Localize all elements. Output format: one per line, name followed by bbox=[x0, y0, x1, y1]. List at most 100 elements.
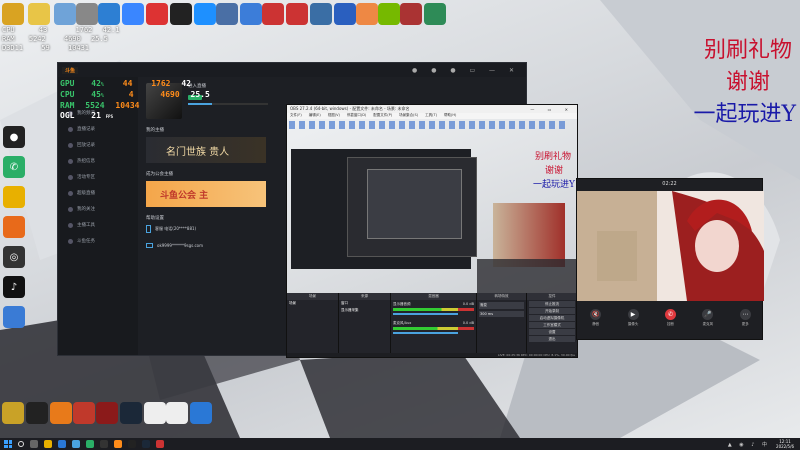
desktop-icon-8[interactable] bbox=[170, 3, 192, 25]
tray-icons[interactable]: ▲ ◉ ♪ 中 bbox=[728, 441, 770, 448]
call-button[interactable]: ⋯ 更多 bbox=[739, 309, 751, 327]
desktop-icon-steam[interactable] bbox=[120, 402, 142, 424]
desktop-icon-b9[interactable] bbox=[190, 402, 212, 424]
desktop-icon-tiktok[interactable]: ♪ bbox=[3, 276, 25, 298]
call-button[interactable]: ▶ 摄像头 bbox=[627, 309, 639, 327]
taskbar-app-6[interactable] bbox=[100, 440, 108, 448]
desktop-icon-7[interactable] bbox=[146, 3, 168, 25]
banner-union[interactable]: 斗鱼公会 主 bbox=[146, 181, 266, 207]
obs-control-button[interactable]: 开始录制 bbox=[529, 308, 575, 314]
taskbar-app-8[interactable] bbox=[128, 440, 136, 448]
sidebar-item-label: 我的关注 bbox=[77, 207, 95, 212]
desktop-icon-qq[interactable]: ● bbox=[3, 126, 25, 148]
sidebar-item[interactable]: 直播记录 bbox=[58, 121, 138, 137]
desktop-icon-b8[interactable] bbox=[166, 402, 188, 424]
clock-date[interactable]: 2022/5/6 bbox=[776, 444, 794, 449]
search-icon[interactable] bbox=[18, 441, 24, 447]
desktop-icon-app7[interactable] bbox=[3, 306, 25, 328]
banner-live[interactable]: 名门世族 贵人 bbox=[146, 137, 266, 163]
hangup-icon: ✆ bbox=[664, 309, 676, 320]
obs-window[interactable]: OBS 27.2.4 (64-bit, windows) - 配置文件: 未命名… bbox=[286, 104, 578, 358]
obs-titlebar[interactable]: OBS 27.2.4 (64-bit, windows) - 配置文件: 未命名… bbox=[287, 105, 577, 113]
desktop-icon-b5[interactable] bbox=[96, 402, 118, 424]
desktop-icon-17[interactable] bbox=[378, 3, 400, 25]
desktop-icon-15[interactable] bbox=[334, 3, 356, 25]
desktop-icon-13[interactable] bbox=[286, 3, 308, 25]
desktop-icon-b1[interactable] bbox=[2, 402, 24, 424]
desktop-icon-app3[interactable] bbox=[3, 186, 25, 208]
desktop-icon-16[interactable] bbox=[356, 3, 378, 25]
app-titlebar[interactable]: 斗鱼 ● ● ● ▭ — ✕ bbox=[58, 63, 526, 77]
desktop-icon-2[interactable] bbox=[28, 3, 50, 25]
desktop-icon-11[interactable] bbox=[240, 3, 262, 25]
obs-control-button[interactable]: 设置 bbox=[529, 329, 575, 335]
transition-duration[interactable]: 300 ms bbox=[479, 311, 524, 317]
desktop-icon-b3[interactable] bbox=[50, 402, 72, 424]
obs-control-button[interactable]: 退出 bbox=[529, 336, 575, 342]
taskbar-app-10[interactable] bbox=[156, 440, 164, 448]
source-item-2[interactable]: 显示器采集 bbox=[339, 307, 390, 314]
scene-item[interactable]: 场景 bbox=[287, 300, 338, 307]
desktop-icon-b7[interactable] bbox=[144, 402, 166, 424]
sidebar-item-icon bbox=[68, 158, 73, 164]
video-call-window[interactable]: 02:22 🔇 静音 ▶ 摄像头 ✆ 挂断 🎤 麦克风 ⋯ 更多 bbox=[576, 178, 764, 340]
desktop-icon-6[interactable] bbox=[122, 3, 144, 25]
obs-control-button[interactable]: 停止推流 bbox=[529, 301, 575, 307]
desktop-icon-4[interactable] bbox=[76, 3, 98, 25]
desktop-icon-10[interactable] bbox=[216, 3, 238, 25]
desktop-icon-5[interactable] bbox=[98, 3, 120, 25]
desktop-icon-b4[interactable] bbox=[73, 402, 95, 424]
sidebar-item[interactable]: 我的关注 bbox=[58, 201, 138, 217]
source-item-1[interactable]: 窗口 bbox=[339, 300, 390, 307]
preview-icons-row bbox=[289, 121, 569, 129]
desktop-icon-obs[interactable]: ◎ bbox=[3, 246, 25, 268]
scenes-dock: 场景 场景 bbox=[287, 293, 339, 357]
mixer-meter-1 bbox=[393, 308, 474, 311]
controls-dock-title: 控件 bbox=[527, 293, 577, 300]
sidebar-item[interactable]: 活动专区 bbox=[58, 169, 138, 185]
taskbar-app-3[interactable] bbox=[58, 440, 66, 448]
mixer-slider-2[interactable] bbox=[393, 332, 458, 334]
desktop-icon-app4[interactable] bbox=[3, 216, 25, 238]
desktop-icon-1[interactable] bbox=[2, 3, 24, 25]
sidebar-item[interactable]: 热招信息 bbox=[58, 153, 138, 169]
call-button[interactable]: ✆ 挂断 bbox=[664, 309, 676, 327]
taskbar-app-9[interactable] bbox=[142, 440, 150, 448]
start-icon[interactable] bbox=[4, 440, 12, 448]
taskbar-app-1[interactable] bbox=[30, 440, 38, 448]
call-button-label: 摄像头 bbox=[627, 322, 639, 326]
desktop-icon-wechat[interactable]: ✆ bbox=[3, 156, 25, 178]
banner-union-text: 斗鱼公会 主 bbox=[160, 190, 209, 201]
desktop-icon-9[interactable] bbox=[194, 3, 216, 25]
sidebar-item[interactable]: 斗鱼任务 bbox=[58, 233, 138, 249]
overlay-cpu-val: 43 bbox=[38, 26, 48, 34]
desktop-icon-19[interactable] bbox=[424, 3, 446, 25]
ov-gpu-b: 44 bbox=[122, 79, 133, 88]
taskbar-app-7[interactable] bbox=[114, 440, 122, 448]
sidebar-item[interactable]: 超级直播 bbox=[58, 185, 138, 201]
obs-control-button[interactable]: 启动虚拟摄像机 bbox=[529, 315, 575, 321]
taskbar-app-2[interactable] bbox=[44, 440, 52, 448]
desktop-icon-3[interactable] bbox=[54, 3, 76, 25]
mixer-slider-1[interactable] bbox=[393, 313, 458, 315]
desktop-icon-b2[interactable] bbox=[26, 402, 48, 424]
desktop-icon-18[interactable] bbox=[400, 3, 422, 25]
sidebar-item[interactable]: 回放记录 bbox=[58, 137, 138, 153]
preview-nested-inner bbox=[367, 169, 462, 239]
sidebar-item[interactable]: 主播工具 bbox=[58, 217, 138, 233]
call-button[interactable]: 🔇 静音 bbox=[590, 309, 602, 327]
overlay-d3d-label: D3D11 bbox=[2, 44, 24, 52]
obs-statusbar: LIVE: 00:25:36 REC: 00:00:00 CPU: 8.1%, … bbox=[287, 353, 577, 357]
obs-window-controls[interactable]: — ▭ ✕ bbox=[530, 107, 577, 112]
obs-control-button[interactable]: 工作室模式 bbox=[529, 322, 575, 328]
call-button[interactable]: 🎤 麦克风 bbox=[702, 309, 714, 327]
taskbar-app-5[interactable] bbox=[86, 440, 94, 448]
desktop-icon-12[interactable] bbox=[262, 3, 284, 25]
call-control-icon: 🔇 bbox=[590, 309, 602, 320]
overlay-ram-label: RAM bbox=[2, 35, 15, 43]
transition-select[interactable]: 渐变 bbox=[479, 302, 524, 309]
window-controls[interactable]: ● ● ● ▭ — ✕ bbox=[412, 67, 526, 74]
obs-preview[interactable]: 别刷礼物 谢谢 一起玩进Y bbox=[287, 119, 577, 293]
desktop-icon-14[interactable] bbox=[310, 3, 332, 25]
taskbar-app-4[interactable] bbox=[72, 440, 80, 448]
